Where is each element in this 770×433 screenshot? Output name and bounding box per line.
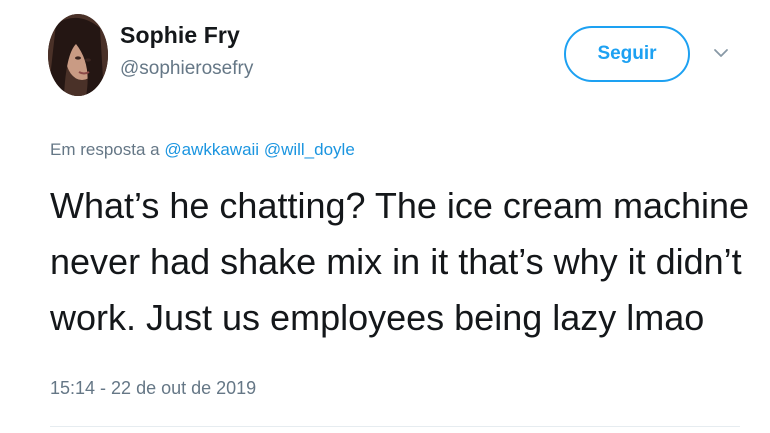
reply-prefix: Em resposta a bbox=[50, 140, 160, 159]
divider bbox=[50, 426, 740, 427]
tweet-text-line: work. Just us employees being lazy lmao bbox=[50, 297, 705, 338]
display-name[interactable]: Sophie Fry bbox=[120, 22, 240, 49]
tweet-timestamp[interactable]: 15:14 - 22 de out de 2019 bbox=[50, 378, 256, 399]
tweet-text-line: never had shake mix in it that’s why it … bbox=[50, 241, 742, 282]
mention-link[interactable]: @awkkawaii bbox=[164, 140, 259, 159]
tweet-text-line: What’s he chatting? The ice cream machin… bbox=[50, 185, 750, 226]
mention-link[interactable]: @will_doyle bbox=[264, 140, 355, 159]
profile-photo bbox=[48, 14, 108, 96]
tweet-text: What’s he chatting? The ice cream machin… bbox=[50, 178, 750, 346]
follow-button[interactable]: Seguir bbox=[564, 26, 690, 82]
avatar[interactable] bbox=[48, 14, 108, 96]
chevron-down-icon[interactable] bbox=[712, 44, 730, 62]
tweet-card: Sophie Fry @sophierosefry Seguir Em resp… bbox=[0, 0, 770, 433]
reply-context: Em resposta a @awkkawaii @will_doyle bbox=[50, 140, 355, 160]
user-handle[interactable]: @sophierosefry bbox=[120, 58, 253, 80]
